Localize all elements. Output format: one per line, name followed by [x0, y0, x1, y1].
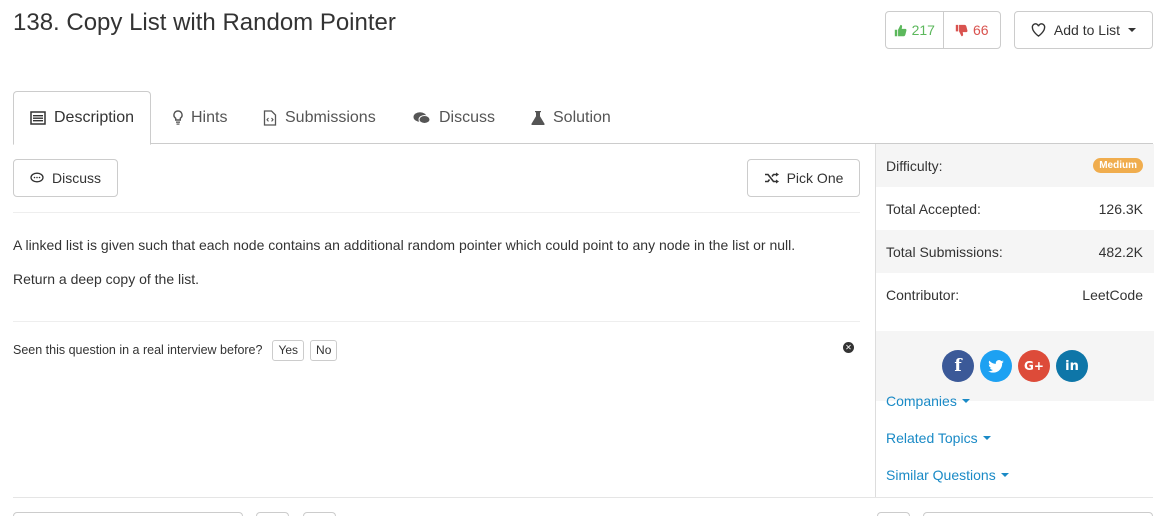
contributor-label: Contributor: — [886, 286, 960, 303]
divider — [13, 212, 860, 213]
twitter-bird-icon — [988, 359, 1004, 373]
thumbs-up-icon — [894, 24, 907, 36]
tab-discuss[interactable]: Discuss — [413, 91, 495, 144]
upvote-button[interactable]: 217 — [886, 12, 944, 48]
editor-toolbar-edge — [877, 512, 910, 516]
description-paragraph: A linked list is given such that each no… — [13, 237, 796, 253]
discuss-button[interactable]: Discuss — [13, 159, 118, 197]
chevron-down-icon — [1128, 28, 1137, 32]
add-to-list-label: Add to List — [1053, 22, 1121, 38]
pick-one-label: Pick One — [786, 170, 844, 186]
editor-toolbar-edge — [13, 512, 243, 516]
code-file-icon — [263, 109, 277, 126]
tab-submissions[interactable]: Submissions — [263, 91, 376, 144]
chevron-down-icon — [982, 436, 991, 440]
add-to-list-button[interactable]: Add to List — [1014, 11, 1153, 49]
comments-icon — [413, 111, 431, 124]
contributor-row: Contributor: LeetCode — [876, 273, 1154, 316]
linkedin-icon[interactable]: in — [1056, 350, 1088, 382]
google-plus-icon[interactable]: G+ — [1018, 350, 1050, 382]
submissions-label: Total Submissions: — [886, 243, 1003, 260]
description-icon — [30, 111, 46, 125]
submissions-row: Total Submissions: 482.2K — [876, 230, 1154, 273]
similar-questions-dropdown[interactable]: Similar Questions — [886, 467, 1009, 483]
similar-questions-label: Similar Questions — [886, 467, 996, 483]
chevron-down-icon — [961, 399, 970, 403]
twitter-icon[interactable] — [980, 350, 1012, 382]
accepted-value: 126.3K — [1098, 200, 1143, 217]
downvote-button[interactable]: 66 — [944, 12, 1001, 48]
vote-group: 217 66 — [885, 11, 1001, 49]
problem-tabs: Description Hints Submissions Discuss So… — [13, 91, 1153, 145]
tab-solution-label: Solution — [553, 108, 611, 126]
no-button[interactable]: No — [310, 339, 338, 361]
tab-solution[interactable]: Solution — [531, 91, 611, 144]
tab-description[interactable]: Description — [13, 91, 151, 145]
related-topics-label: Related Topics — [886, 430, 978, 446]
stats-sidebar: Difficulty: Medium Total Accepted: 126.3… — [875, 144, 1154, 497]
divider — [13, 497, 1153, 498]
page-title: 138. Copy List with Random Pointer — [13, 9, 396, 36]
yes-button[interactable]: Yes — [272, 339, 305, 361]
related-topics-dropdown[interactable]: Related Topics — [886, 430, 991, 446]
comment-icon — [30, 172, 44, 183]
linkedin-glyph: in — [1065, 358, 1079, 374]
editor-toolbar-edge — [303, 512, 336, 516]
tab-hints[interactable]: Hints — [173, 91, 227, 144]
pick-one-button[interactable]: Pick One — [747, 159, 860, 197]
companies-label: Companies — [886, 393, 957, 409]
editor-toolbar-edge — [256, 512, 289, 516]
companies-dropdown[interactable]: Companies — [886, 393, 970, 409]
upvote-count: 217 — [911, 22, 935, 38]
difficulty-badge: Medium — [1093, 158, 1143, 173]
shuffle-icon — [764, 172, 779, 184]
close-icon[interactable]: ✕ — [843, 342, 854, 353]
facebook-glyph: f — [954, 356, 962, 376]
tab-discuss-label: Discuss — [439, 108, 496, 126]
thumbs-down-icon — [955, 24, 968, 36]
interview-question: Seen this question in a real interview b… — [13, 339, 338, 361]
contributor-value: LeetCode — [1082, 286, 1143, 303]
facebook-icon[interactable]: f — [942, 350, 974, 382]
tab-description-label: Description — [53, 109, 135, 126]
description-paragraph: Return a deep copy of the list. — [13, 271, 199, 287]
chevron-down-icon — [1000, 473, 1009, 477]
divider — [13, 321, 860, 322]
social-share: f G+ in — [876, 331, 1154, 401]
submissions-value: 482.2K — [1098, 243, 1143, 260]
downvote-count: 66 — [972, 22, 989, 38]
tab-hints-label: Hints — [191, 108, 228, 126]
accepted-label: Total Accepted: — [886, 200, 981, 217]
interview-question-text: Seen this question in a real interview b… — [13, 343, 263, 357]
difficulty-label: Difficulty: — [886, 157, 943, 174]
flask-icon — [531, 111, 545, 125]
tab-submissions-label: Submissions — [285, 108, 376, 126]
accepted-row: Total Accepted: 126.3K — [876, 187, 1154, 230]
discuss-button-label: Discuss — [51, 170, 101, 186]
google-plus-glyph: G+ — [1024, 359, 1044, 373]
lightbulb-icon — [173, 110, 183, 125]
heart-icon — [1031, 23, 1046, 37]
editor-toolbar-edge — [923, 512, 1153, 516]
difficulty-row: Difficulty: Medium — [876, 144, 1154, 187]
